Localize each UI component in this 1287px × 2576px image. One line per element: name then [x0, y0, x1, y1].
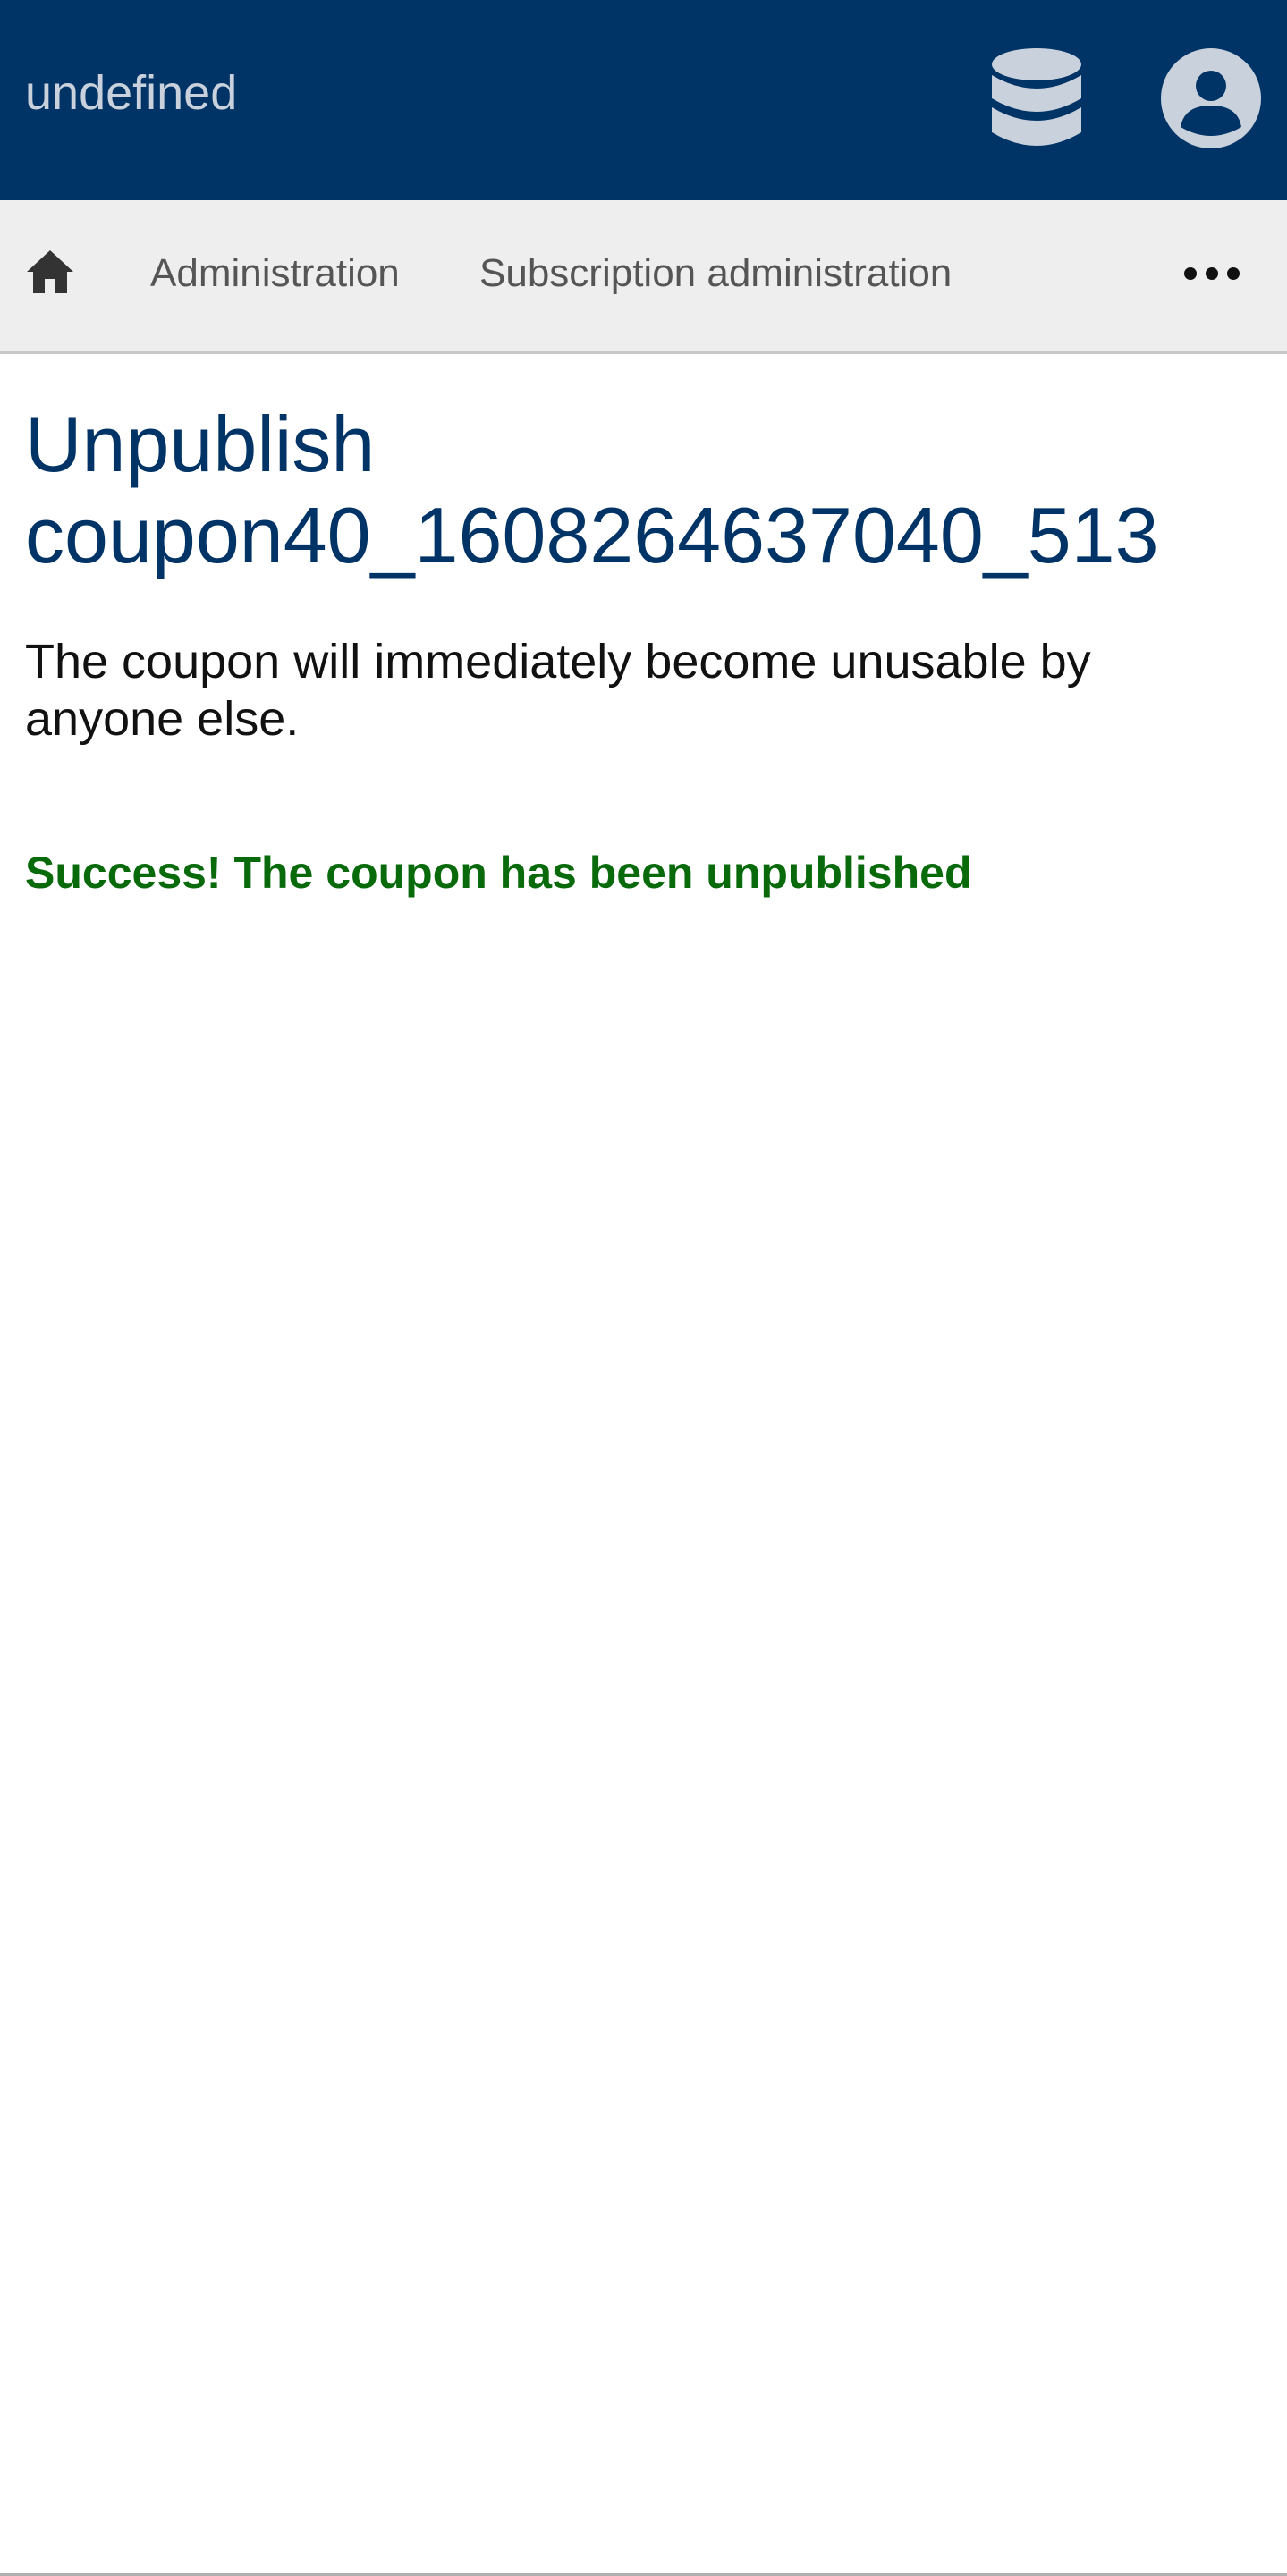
user-account-button[interactable]	[1159, 46, 1263, 150]
user-account-icon	[1161, 48, 1261, 148]
app-title: undefined	[25, 66, 238, 120]
success-message: Success! The coupon has been unpublished	[25, 848, 972, 898]
more-options-icon	[1184, 267, 1240, 280]
nav-link-subscription-administration[interactable]: Subscription administration	[479, 250, 952, 297]
unpublish-description: The coupon will immediately become unusa…	[25, 635, 1091, 746]
home-icon	[27, 250, 73, 293]
database-icon	[992, 48, 1081, 146]
more-options-button[interactable]	[1181, 252, 1243, 295]
nav-link-administration[interactable]: Administration	[150, 250, 400, 297]
home-button[interactable]	[23, 245, 77, 299]
app-header: undefined	[0, 0, 1287, 200]
breadcrumb-nav: Administration Subscription administrati…	[0, 200, 1287, 354]
database-button[interactable]	[988, 46, 1085, 154]
page-title: Unpublish coupon40_1608264637040_513	[25, 400, 1159, 579]
